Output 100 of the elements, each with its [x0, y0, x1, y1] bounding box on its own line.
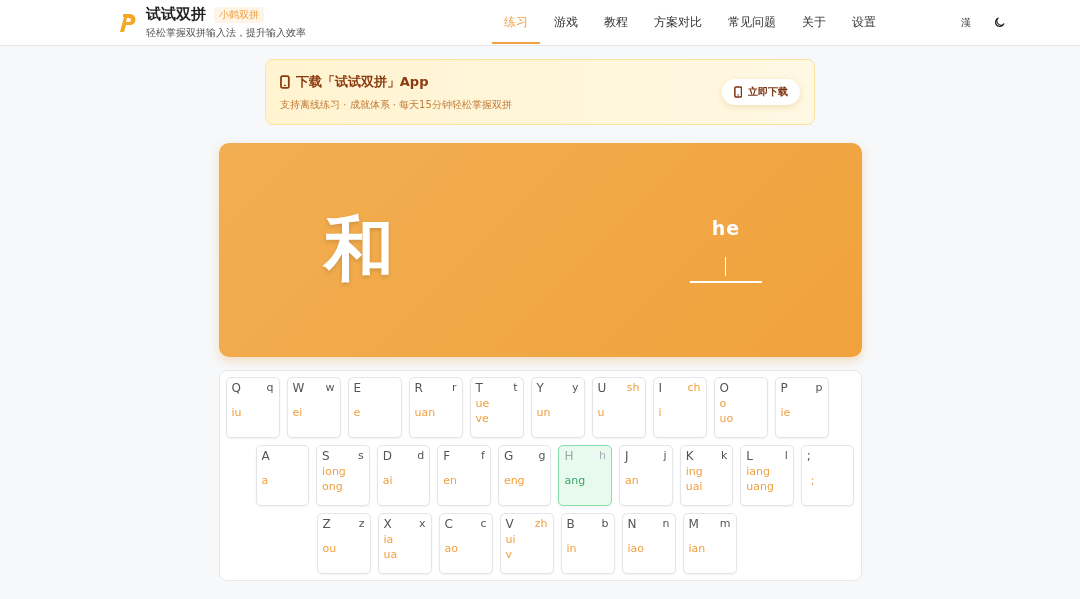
keyboard-key[interactable]: K k ing uai [679, 445, 734, 506]
key-initial: f [481, 449, 485, 464]
keyboard-key[interactable]: W w ei [286, 377, 341, 438]
logo-icon [118, 12, 136, 33]
moon-icon[interactable] [993, 16, 1006, 29]
keyboard-key[interactable]: M m ian [682, 513, 737, 574]
banner-subtitle: 支持离线练习 · 成就体系 · 每天15分钟轻松掌握双拼 [280, 97, 512, 112]
key-letter: Y [536, 381, 544, 397]
keyboard-key[interactable]: I ch i [652, 377, 707, 438]
key-initial: sh [626, 381, 640, 396]
key-final: ua [383, 547, 399, 562]
key-letter: O [719, 381, 729, 396]
key-letter: U [597, 381, 607, 397]
key-final: iu [231, 405, 243, 420]
keyboard-key[interactable]: R r uan [408, 377, 463, 438]
keyboard-key[interactable]: N n iao [621, 513, 676, 574]
key-final: o [719, 396, 728, 411]
key-final: en [443, 473, 459, 488]
target-character: 和 [324, 207, 395, 292]
key-initial: z [358, 517, 365, 532]
nav-tab[interactable]: 关于 [789, 1, 838, 44]
key-letter: A [261, 449, 270, 465]
keyboard-key[interactable]: U sh u [591, 377, 646, 438]
keyboard-key[interactable]: T t ue ve [469, 377, 524, 438]
keyboard-key[interactable]: D d ai [376, 445, 431, 506]
key-final: u [597, 405, 606, 420]
key-letter: N [627, 517, 637, 533]
keyboard-key[interactable]: F f en [437, 445, 491, 506]
keyboard-key[interactable]: P p ie [774, 377, 829, 438]
keyboard-key[interactable]: J j an [619, 445, 673, 506]
key-initial: g [538, 449, 546, 464]
key-final: uo [719, 411, 735, 426]
phone-icon [733, 86, 742, 98]
key-final: ou [322, 541, 338, 556]
script-toggle[interactable]: 漢 [961, 15, 971, 30]
key-initial: b [601, 517, 609, 532]
key-letter: Z [322, 517, 331, 533]
key-final: iong [322, 464, 347, 479]
nav-tab[interactable]: 常见问题 [715, 1, 788, 44]
nav-tab[interactable]: 方案对比 [641, 1, 714, 44]
key-final: uai [685, 479, 704, 494]
key-initial: l [784, 449, 788, 464]
key-initial: w [325, 381, 335, 396]
phone-icon [280, 74, 290, 89]
keyboard-key[interactable]: A a [255, 445, 310, 506]
keyboard-key[interactable]: B b in [560, 513, 615, 574]
keyboard-key[interactable]: L l iang uang [740, 445, 794, 506]
key-initial: y [572, 381, 579, 396]
key-final: ia [383, 532, 395, 547]
key-initial: m [719, 517, 731, 532]
key-letter: R [414, 381, 423, 397]
text-cursor [725, 257, 726, 276]
key-initial: s [357, 449, 364, 464]
key-letter: B [566, 517, 575, 533]
key-letter: I [658, 381, 663, 397]
keyboard-key[interactable]: E e [347, 377, 402, 438]
key-final: ve [475, 411, 490, 426]
key-final: a [261, 473, 270, 488]
key-letter: E [353, 381, 362, 397]
key-initial: ch [687, 381, 701, 396]
key-initial: k [720, 449, 728, 464]
keyboard-key[interactable]: S s iong ong [316, 445, 370, 506]
key-final: v [505, 547, 513, 562]
keyboard-key[interactable]: O o uo [713, 377, 768, 438]
nav-tab[interactable]: 游戏 [541, 1, 590, 44]
key-letter: M [688, 517, 699, 533]
key-initial: q [266, 381, 274, 396]
pinyin-hint: he [711, 217, 741, 239]
key-final: un [536, 405, 552, 420]
keyboard-key[interactable]: Y y un [530, 377, 585, 438]
app-title: 试试双拼 [146, 5, 206, 24]
key-letter: H [564, 449, 574, 465]
key-letter: X [383, 517, 392, 532]
nav-tab[interactable]: 教程 [591, 1, 640, 44]
key-final: uan [414, 405, 437, 420]
key-final: e [353, 405, 362, 420]
key-final: ie [780, 405, 792, 420]
key-final: i [658, 405, 663, 420]
key-letter: D [382, 449, 392, 465]
key-final: ei [292, 405, 304, 420]
keyboard-key[interactable]: ; ； [800, 445, 855, 506]
nav-tab[interactable]: 设置 [839, 1, 888, 44]
download-button[interactable]: 立即下载 [721, 79, 800, 105]
key-final: ue [475, 396, 491, 411]
keyboard-key[interactable]: G g eng [497, 445, 552, 506]
keyboard-key[interactable]: V zh ui v [499, 513, 554, 574]
key-final: an [625, 473, 640, 488]
app-subtitle: 轻松掌握双拼输入法，提升输入效率 [146, 26, 306, 40]
key-letter: L [746, 449, 753, 464]
keyboard-key[interactable]: Q q iu [225, 377, 280, 438]
key-final: iao [627, 541, 646, 556]
key-final: iang [746, 464, 771, 479]
key-final: ong [322, 479, 344, 494]
key-initial: c [480, 517, 487, 532]
keyboard-key[interactable]: X x ia ua [377, 513, 432, 574]
key-initial: x [419, 517, 426, 532]
key-initial: t [513, 381, 518, 396]
keyboard-key[interactable]: C c ao [438, 513, 493, 574]
key-initial: j [663, 449, 667, 464]
keyboard-key[interactable]: Z z ou [316, 513, 371, 574]
